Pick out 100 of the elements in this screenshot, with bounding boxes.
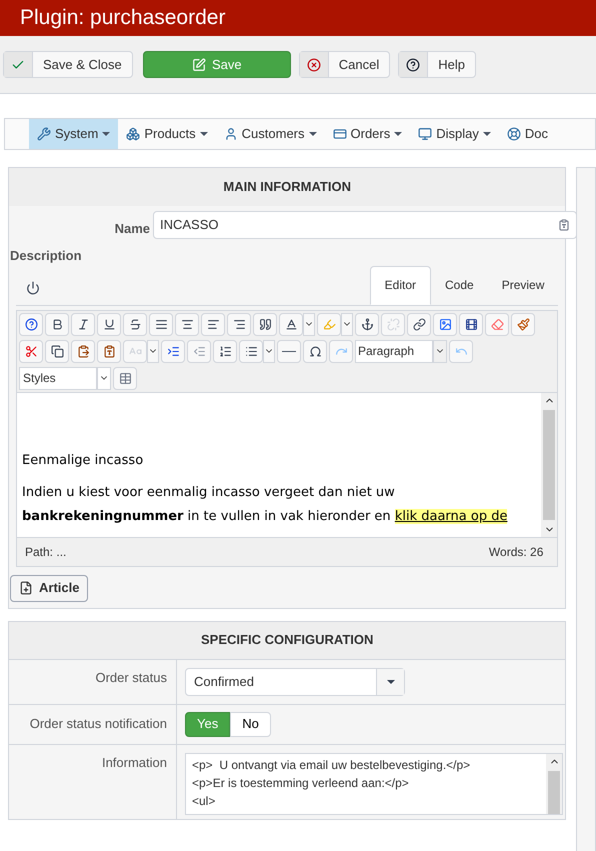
paste-text-icon xyxy=(102,344,116,358)
content-heading: Eenmalige incasso xyxy=(22,452,144,470)
underline-icon xyxy=(102,318,116,330)
nav-menu-item[interactable]: Display xyxy=(410,119,499,149)
dropdown-toggle[interactable] xyxy=(263,340,275,362)
field-label: Order status notification xyxy=(28,714,168,732)
paste-icon xyxy=(76,344,90,358)
toolbar-button[interactable] xyxy=(303,340,327,362)
toolbar-button[interactable] xyxy=(511,312,535,336)
monitor-icon xyxy=(418,127,432,141)
name-field[interactable]: INCASSO xyxy=(153,211,578,239)
field-label: Information xyxy=(100,754,168,772)
dropdown-toggle[interactable] xyxy=(97,366,111,390)
wrench-icon xyxy=(37,127,51,141)
toolbar-button[interactable] xyxy=(113,366,137,390)
align-right-icon xyxy=(232,318,246,330)
toolbar-button[interactable] xyxy=(19,340,43,362)
nav-menu-item[interactable]: Products xyxy=(118,119,216,149)
toolbar-button[interactable] xyxy=(45,312,69,336)
caret-icon xyxy=(200,132,208,136)
scroll-thumb[interactable] xyxy=(548,770,560,814)
caret-icon xyxy=(102,132,110,136)
code-line: <p> U ontvangt via email uw bestelbevestiging.</p> xyxy=(192,756,470,774)
format-select[interactable]: Paragraph xyxy=(355,340,433,362)
content-link[interactable]: klik daarna op de xyxy=(394,508,508,524)
dropdown-toggle[interactable] xyxy=(147,340,159,362)
italic-icon xyxy=(76,318,90,330)
cancel-icon xyxy=(306,58,321,72)
unlink-icon xyxy=(386,318,400,330)
help-icon xyxy=(24,318,38,330)
word-count: Words: 26 xyxy=(488,544,544,560)
dropdown-toggle[interactable] xyxy=(341,312,353,336)
toolbar-button[interactable] xyxy=(97,340,121,362)
file-plus-icon xyxy=(19,581,33,595)
panel-heading: MAIN INFORMATION xyxy=(9,168,566,206)
user-icon xyxy=(224,127,238,141)
field-value: INCASSO xyxy=(160,216,219,234)
anchor-icon xyxy=(360,318,374,330)
toolbar-button[interactable] xyxy=(71,312,95,336)
content-paragraph: Indien u kiest voor eenmalig incasso vergeet dan niet uw bankrekeningnummer in te vullen in vak hieronder en klik daarna op de xyxy=(22,484,508,526)
bold-icon xyxy=(50,318,64,330)
toolbar-button[interactable] xyxy=(19,312,43,336)
dropdown-toggle[interactable] xyxy=(433,340,447,362)
toolbar-button[interactable] xyxy=(433,312,457,336)
toolbar-button[interactable] xyxy=(71,340,95,362)
caret-icon xyxy=(482,132,491,136)
toolbar-button[interactable] xyxy=(239,340,263,362)
field-label: Name xyxy=(114,220,151,238)
toolbar-button[interactable] xyxy=(97,312,121,336)
table-icon xyxy=(118,372,132,384)
scissors-icon xyxy=(24,344,38,358)
strikethrough-icon xyxy=(128,318,142,330)
nav-menu-item[interactable]: System xyxy=(29,119,118,149)
power-icon[interactable] xyxy=(26,280,40,294)
toolbar-button[interactable] xyxy=(277,340,301,362)
link-icon xyxy=(412,318,426,330)
toolbar-button[interactable] xyxy=(201,312,225,336)
toggle-option[interactable]: No xyxy=(230,712,271,736)
toolbar-button[interactable] xyxy=(279,312,303,336)
editor-tab[interactable]: Editor xyxy=(370,266,432,304)
eraser-icon xyxy=(490,318,504,330)
toolbar-button[interactable] xyxy=(175,312,199,336)
toolbar-button[interactable] xyxy=(45,340,69,362)
toolbar-button[interactable] xyxy=(213,340,237,362)
toolbar-button[interactable] xyxy=(161,340,185,362)
nav-menu-item[interactable]: Customers xyxy=(216,119,325,149)
lifebuoy-icon xyxy=(506,127,521,141)
article-button[interactable]: Article xyxy=(10,574,88,602)
editor-tab[interactable]: Code xyxy=(431,266,488,304)
copy-icon xyxy=(50,344,64,358)
indent-icon xyxy=(166,344,180,358)
order-status-select[interactable]: Confirmed xyxy=(185,668,405,696)
dropdown-toggle[interactable] xyxy=(303,312,315,336)
toolbar-button[interactable] xyxy=(149,312,173,336)
caret-icon xyxy=(394,132,402,136)
toolbar-button[interactable]: Save & Close xyxy=(3,51,133,78)
toolbar-button[interactable] xyxy=(407,312,431,336)
nav-menu-item[interactable]: Doc xyxy=(498,119,556,149)
styles-select[interactable]: Styles xyxy=(19,366,97,390)
path-text: Path: ... xyxy=(25,544,66,560)
code-line: <p>Er is toestemming verleend aan:</p> xyxy=(192,774,409,792)
toolbar-button[interactable] xyxy=(123,312,147,336)
toolbar-button[interactable] xyxy=(355,312,379,336)
toolbar-button[interactable]: Cancel xyxy=(298,51,390,78)
information-textarea[interactable]: <p> U ontvangt via email uw bestelbevestiging.</p> <p>Er is toestemming verleend aan:</p> <ul> xyxy=(185,752,564,814)
brush-icon xyxy=(516,318,530,330)
text-color-icon xyxy=(284,318,298,330)
nav-menu-item[interactable]: Orders xyxy=(324,119,410,149)
toolbar-button[interactable] xyxy=(459,312,483,336)
outdent-icon xyxy=(192,344,206,358)
toolbar-button[interactable] xyxy=(227,312,251,336)
toolbar-button[interactable] xyxy=(253,312,277,336)
toolbar-button[interactable]: Help xyxy=(398,51,476,78)
help-icon xyxy=(406,58,420,72)
page-title: Plugin: purchaseorder xyxy=(20,5,226,32)
align-justify-icon xyxy=(154,318,168,330)
editor-tab[interactable]: Preview xyxy=(488,266,558,304)
code-line: <ul> xyxy=(192,792,216,810)
scroll-thumb[interactable] xyxy=(543,410,556,520)
boxes-icon xyxy=(126,127,140,141)
